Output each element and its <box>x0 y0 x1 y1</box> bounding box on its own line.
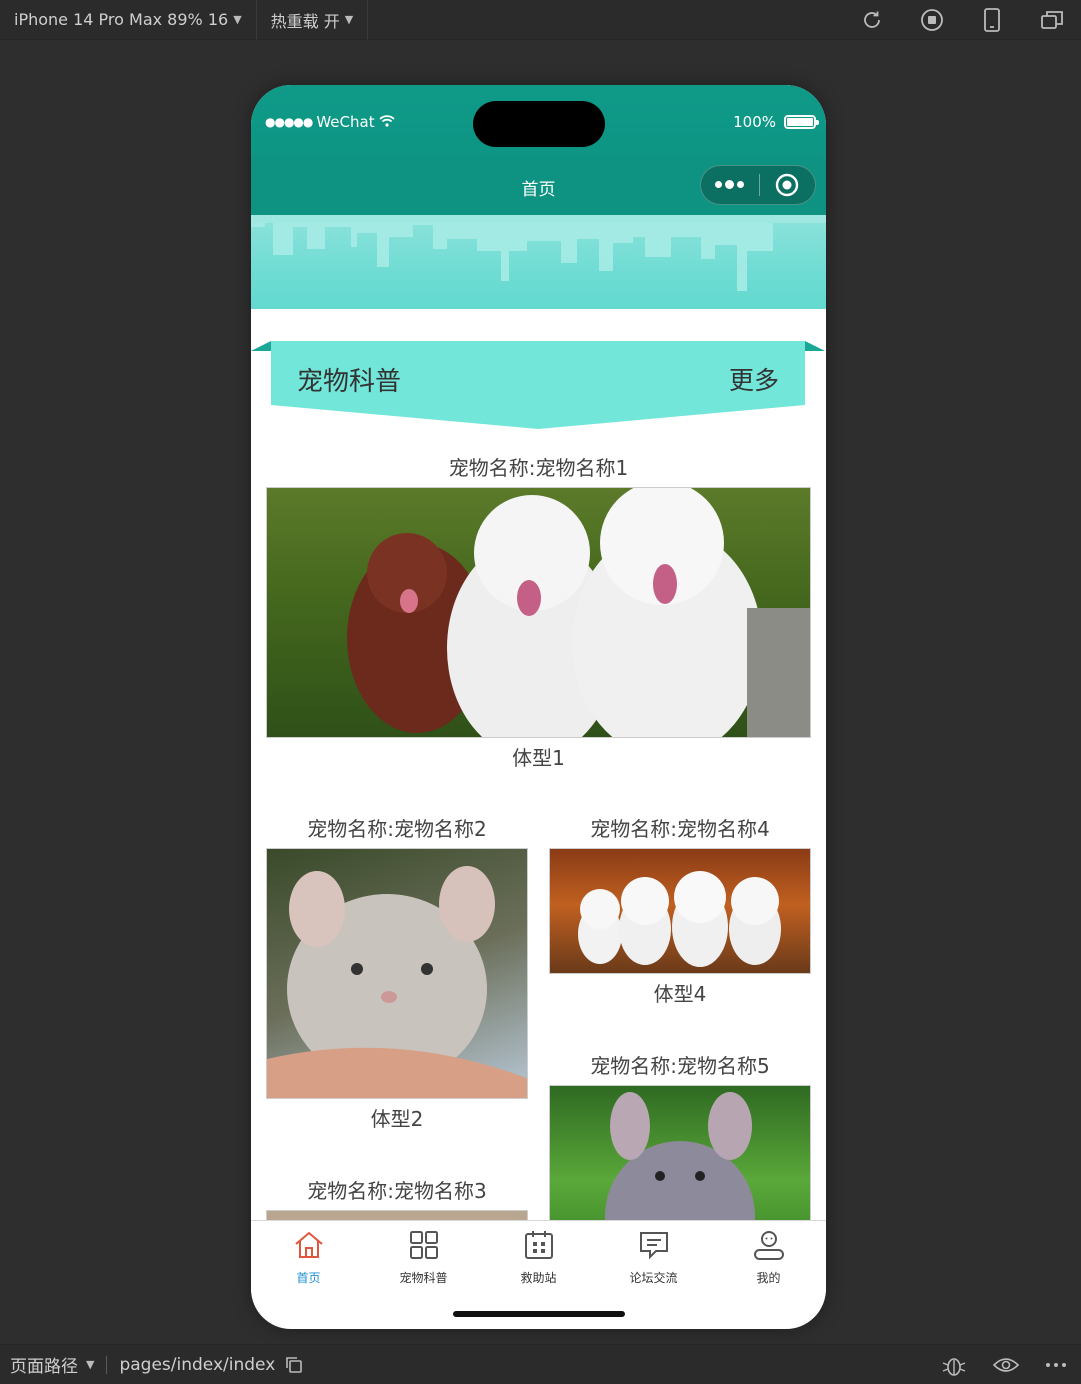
tab-rescue-station[interactable]: 救助站 <box>481 1221 596 1292</box>
debug-bug-icon[interactable] <box>941 1354 967 1376</box>
tab-home[interactable]: 首页 <box>251 1221 366 1292</box>
device-selector[interactable]: iPhone 14 Pro Max 89% 16 ▼ <box>0 0 257 40</box>
section-header: 宠物科普 更多 <box>251 339 825 431</box>
tab-bar: 首页 宠物科普 救助站 论坛交流 我的 <box>251 1220 826 1292</box>
tab-forum[interactable]: 论坛交流 <box>596 1221 711 1292</box>
calendar-icon <box>523 1229 555 1265</box>
pet-image <box>549 1085 811 1221</box>
window-icon[interactable] <box>1039 7 1065 33</box>
pet-type: 体型4 <box>653 982 707 1006</box>
pet-name: 宠物名称:宠物名称3 <box>307 1179 487 1203</box>
tab-label: 救助站 <box>520 1271 557 1285</box>
pet-card[interactable]: 宠物名称:宠物名称4 体型4 <box>549 814 811 1014</box>
hot-reload-toggle[interactable]: 热重载 开 ▼ <box>257 0 369 40</box>
pet-name: 宠物名称:宠物名称2 <box>307 817 487 841</box>
refresh-icon[interactable] <box>859 7 885 33</box>
battery-label: 100% <box>733 113 776 131</box>
pet-card[interactable]: 宠物名称:宠物名称3 <box>266 1176 528 1221</box>
hot-reload-label: 热重载 开 <box>270 11 340 31</box>
page-path-label: 页面路径 <box>10 1357 78 1377</box>
preview-eye-icon[interactable] <box>993 1356 1019 1374</box>
ide-status-bar: 页面路径 ▼ pages/index/index <box>0 1344 1081 1384</box>
chevron-down-icon: ▼ <box>86 1358 95 1371</box>
more-menu-icon[interactable] <box>701 180 759 189</box>
pet-card[interactable]: 宠物名称:宠物名称5 <box>549 1051 811 1221</box>
page-path-value: pages/index/index <box>119 1354 276 1375</box>
battery-icon <box>784 115 819 129</box>
tab-label: 宠物科普 <box>399 1271 448 1285</box>
phone-preview-icon[interactable] <box>979 7 1005 33</box>
device-selector-label: iPhone 14 Pro Max 89% 16 <box>14 10 229 29</box>
chevron-down-icon: ▼ <box>344 13 354 26</box>
user-icon <box>753 1229 785 1265</box>
tab-label: 我的 <box>756 1271 781 1285</box>
pet-name: 宠物名称:宠物名称4 <box>590 817 770 841</box>
pet-image <box>266 848 528 1099</box>
more-options-icon[interactable] <box>1045 1362 1067 1368</box>
tab-mine[interactable]: 我的 <box>711 1221 826 1292</box>
signal-dots: ●●●●● <box>265 115 313 129</box>
dynamic-island <box>473 101 605 147</box>
wifi-icon <box>378 113 395 131</box>
pet-type: 体型2 <box>370 1107 424 1131</box>
pet-card[interactable]: 宠物名称:宠物名称2 体型2 <box>266 814 528 1139</box>
mini-program-capsule <box>700 165 816 205</box>
pet-name: 宠物名称:宠物名称5 <box>590 1054 770 1078</box>
message-icon <box>638 1229 670 1265</box>
close-mini-program-icon[interactable] <box>759 173 815 197</box>
pet-type: 体型1 <box>512 746 565 770</box>
ide-toolbar: iPhone 14 Pro Max 89% 16 ▼ 热重载 开 ▼ <box>0 0 1081 40</box>
carrier-label: WeChat <box>316 113 375 131</box>
copy-icon[interactable] <box>285 1356 303 1374</box>
chevron-down-icon: ▼ <box>233 13 242 26</box>
grid-icon <box>408 1229 440 1265</box>
main-content[interactable]: 宠物科普 更多 宠物名称:宠物名称1 体型1 宠物名称:宠物名称2 体型2 宠物… <box>251 309 826 1221</box>
navigation-bar: 首页 <box>251 157 826 215</box>
stop-icon[interactable] <box>919 7 945 33</box>
pet-card[interactable]: 宠物名称:宠物名称1 体型1 <box>266 453 811 778</box>
section-title: 宠物科普 <box>297 367 402 397</box>
status-bar: ●●●●● WeChat 100% <box>251 85 826 157</box>
home-indicator <box>453 1311 625 1317</box>
banner-city-skyline <box>251 215 826 309</box>
page-path-selector[interactable]: 页面路径 ▼ <box>0 1352 94 1377</box>
more-link[interactable]: 更多 <box>729 361 779 397</box>
tab-pet-science[interactable]: 宠物科普 <box>366 1221 481 1292</box>
tab-label: 首页 <box>296 1271 321 1285</box>
pet-image <box>549 848 811 974</box>
pet-image <box>266 487 811 738</box>
phone-simulator: ●●●●● WeChat 100% 首页 宠物科普 更多 宠物名称:宠物名称1 … <box>251 85 826 1329</box>
home-icon <box>293 1229 325 1265</box>
pet-name: 宠物名称:宠物名称1 <box>448 456 629 480</box>
tab-label: 论坛交流 <box>629 1271 678 1285</box>
